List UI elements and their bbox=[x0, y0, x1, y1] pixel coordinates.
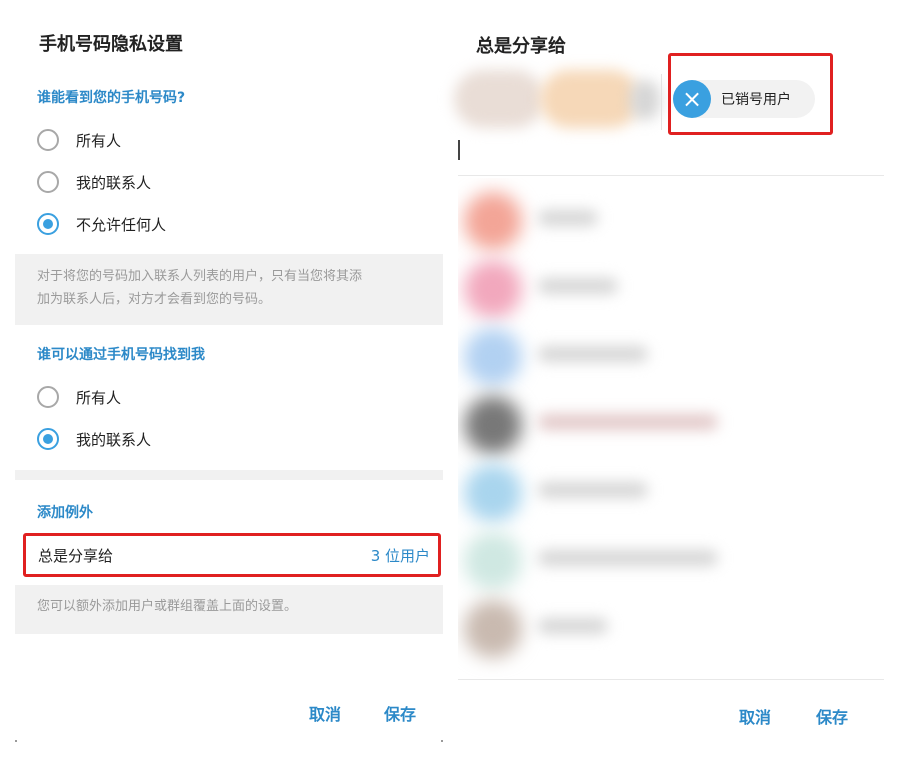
section-heading-who-can-find: 谁可以通过手机号码找到我 bbox=[37, 347, 205, 363]
page-title: 手机号码隐私设置 bbox=[39, 34, 183, 55]
always-share-count: 3 位用户 bbox=[370, 546, 430, 565]
blurred-user-chip[interactable] bbox=[630, 80, 660, 120]
chip-divider bbox=[661, 74, 662, 130]
radio-label: 不允许任何人 bbox=[76, 215, 167, 234]
list-item[interactable] bbox=[458, 324, 884, 392]
blurred-text bbox=[538, 618, 608, 634]
radio-label: 我的联系人 bbox=[76, 173, 152, 192]
radio-button-selected[interactable] bbox=[37, 428, 59, 450]
radio-label: 我的联系人 bbox=[76, 430, 152, 449]
note-who-can-see: 对于将您的号码加入联系人列表的用户，只有当您将其添 加为联系人后，对方才会看到您… bbox=[15, 254, 443, 325]
search-input-caret[interactable] bbox=[458, 140, 460, 160]
radio-button[interactable] bbox=[37, 386, 59, 408]
blurred-text bbox=[538, 278, 618, 294]
avatar bbox=[464, 600, 522, 658]
list-item[interactable] bbox=[458, 528, 884, 596]
section-heading-who-can-see: 谁能看到您的手机号码? bbox=[37, 90, 186, 106]
search-divider bbox=[458, 175, 884, 176]
list-item[interactable] bbox=[458, 596, 884, 664]
blurred-user-chip[interactable] bbox=[540, 70, 640, 128]
footer-divider bbox=[458, 679, 884, 680]
cancel-button[interactable]: 取消 bbox=[309, 701, 341, 725]
note-exceptions: 您可以额外添加用户或群组覆盖上面的设置。 bbox=[15, 585, 443, 634]
always-share-row[interactable]: 总是分享给 3 位用户 bbox=[23, 533, 441, 577]
radio-see-contacts[interactable]: 我的联系人 bbox=[37, 168, 151, 196]
list-item[interactable] bbox=[458, 460, 884, 528]
panel-corner-mark bbox=[441, 740, 443, 742]
blurred-text bbox=[538, 414, 718, 430]
note-line: 您可以额外添加用户或群组覆盖上面的设置。 bbox=[37, 599, 298, 614]
blurred-text bbox=[538, 482, 648, 498]
radio-label: 所有人 bbox=[76, 131, 122, 150]
list-item[interactable] bbox=[458, 392, 884, 460]
avatar bbox=[464, 532, 522, 590]
note-line: 加为联系人后，对方才会看到您的号码。 bbox=[37, 292, 272, 307]
save-button[interactable]: 保存 bbox=[816, 704, 848, 728]
contact-list bbox=[458, 178, 884, 678]
avatar bbox=[464, 328, 522, 386]
save-button[interactable]: 保存 bbox=[384, 701, 416, 725]
always-share-label: 总是分享给 bbox=[38, 546, 114, 565]
radio-see-everyone[interactable]: 所有人 bbox=[37, 126, 121, 154]
cancel-button[interactable]: 取消 bbox=[739, 704, 771, 728]
panel-corner-mark bbox=[15, 740, 17, 742]
list-item[interactable] bbox=[458, 188, 884, 256]
avatar bbox=[464, 464, 522, 522]
list-item[interactable] bbox=[458, 256, 884, 324]
radio-button[interactable] bbox=[37, 129, 59, 151]
radio-button-selected[interactable] bbox=[37, 213, 59, 235]
radio-find-contacts[interactable]: 我的联系人 bbox=[37, 425, 151, 453]
close-icon[interactable]: × bbox=[673, 80, 711, 118]
avatar bbox=[464, 192, 522, 250]
blurred-text bbox=[538, 210, 598, 226]
selected-user-chip[interactable]: × 已销号用户 bbox=[673, 80, 815, 118]
blurred-text bbox=[538, 550, 718, 566]
blurred-user-chip[interactable] bbox=[454, 70, 544, 128]
avatar bbox=[464, 396, 522, 454]
chip-user-name: 已销号用户 bbox=[721, 92, 791, 108]
radio-find-everyone[interactable]: 所有人 bbox=[37, 383, 121, 411]
radio-label: 所有人 bbox=[76, 388, 122, 407]
section-heading-exceptions: 添加例外 bbox=[37, 505, 93, 521]
section-divider bbox=[15, 470, 443, 480]
privacy-settings-panel: 手机号码隐私设置 谁能看到您的手机号码? 所有人 我的联系人 不允许任何人 对于… bbox=[15, 0, 443, 742]
blurred-text bbox=[538, 346, 648, 362]
note-line: 对于将您的号码加入联系人列表的用户，只有当您将其添 bbox=[37, 269, 363, 284]
share-with-title: 总是分享给 bbox=[476, 36, 566, 57]
radio-button[interactable] bbox=[37, 171, 59, 193]
radio-see-nobody[interactable]: 不允许任何人 bbox=[37, 210, 166, 238]
avatar bbox=[464, 260, 522, 318]
